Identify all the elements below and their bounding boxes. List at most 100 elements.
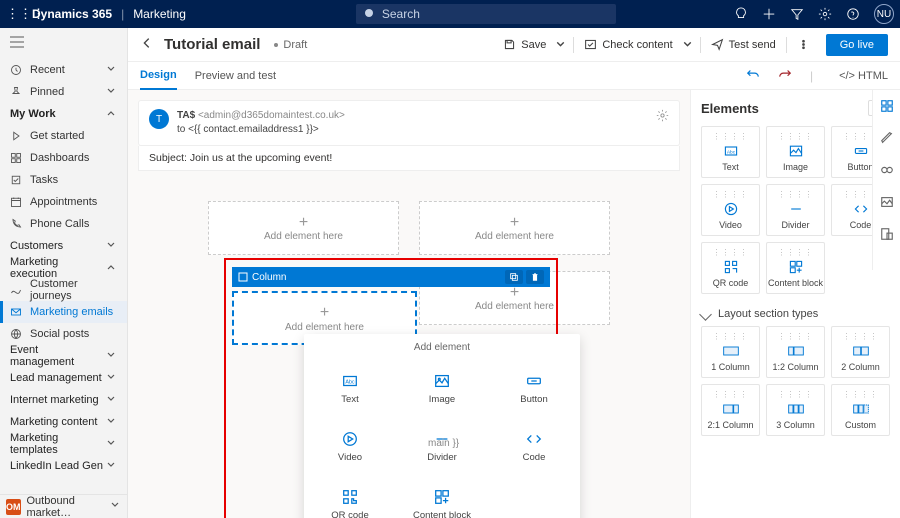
topbar-actions: NU: [734, 4, 894, 24]
nav-group-li-leadgen[interactable]: LinkedIn Lead Gen: [0, 455, 127, 477]
element-qr[interactable]: ⋮⋮⋮⋮QR code: [701, 242, 760, 294]
nav-marketing-emails[interactable]: Marketing emails: [0, 301, 127, 323]
save-button[interactable]: Save: [497, 34, 552, 55]
separator: |: [121, 7, 124, 21]
page-title: Tutorial email: [164, 36, 260, 53]
nav-group-event-mgmt[interactable]: Event management: [0, 345, 127, 367]
element-image[interactable]: ⋮⋮⋮⋮Image: [766, 126, 825, 178]
search-icon: [364, 8, 376, 20]
command-bar: Tutorial email Draft Save Check content …: [128, 28, 900, 62]
sidetab-image[interactable]: [877, 192, 897, 212]
layout-slot[interactable]: +Add element here: [208, 201, 399, 255]
layout-1col[interactable]: ⋮⋮⋮⋮1 Column: [701, 326, 760, 378]
layout-section-title[interactable]: Layout section types: [701, 308, 890, 320]
nav-social-posts[interactable]: Social posts: [0, 323, 127, 345]
popup-code[interactable]: Code: [488, 417, 580, 475]
nav-tasks[interactable]: Tasks: [0, 169, 127, 191]
selection-header: Column: [232, 267, 550, 287]
more-commands[interactable]: [791, 34, 816, 55]
om-badge: OM: [6, 499, 21, 515]
nav-recent[interactable]: Recent: [0, 59, 127, 81]
module-label: Marketing: [133, 7, 186, 21]
email-subject[interactable]: Subject: Join us at the upcoming event!: [138, 146, 680, 171]
go-live-button[interactable]: Go live: [826, 34, 888, 56]
nav-customer-journeys[interactable]: Customer journeys: [0, 279, 127, 301]
popup-title: Add element: [304, 342, 580, 353]
status-badge: Draft: [274, 39, 307, 51]
filter-icon[interactable]: [790, 7, 804, 21]
sender-avatar: T: [149, 109, 169, 129]
sidetab-styles[interactable]: [877, 128, 897, 148]
tab-design[interactable]: Design: [140, 62, 177, 90]
sidetab-link[interactable]: [877, 160, 897, 180]
layout-12col[interactable]: ⋮⋮⋮⋮1:2 Column: [766, 326, 825, 378]
left-navigation: Recent Pinned My Work Get started Dashbo…: [0, 28, 128, 518]
brand-label: Dynamics 365: [32, 7, 112, 21]
test-send-button[interactable]: Test send: [705, 34, 782, 55]
lightbulb-icon[interactable]: [734, 7, 748, 21]
svg-text:Abc: Abc: [726, 149, 735, 155]
email-meta: TA$ <admin@d365domaintest.co.uk> to <{{ …: [177, 109, 345, 137]
check-dropdown[interactable]: [679, 34, 696, 55]
svg-text:Abc: Abc: [345, 379, 355, 385]
footer-snippet: main }}: [428, 438, 459, 449]
save-dropdown[interactable]: [552, 34, 569, 55]
layout-3col[interactable]: ⋮⋮⋮⋮3 Column: [766, 384, 825, 436]
delete-button[interactable]: [526, 270, 544, 284]
plus-icon[interactable]: [762, 7, 776, 21]
global-search[interactable]: Search: [356, 4, 616, 24]
nav-group-lead-mgmt[interactable]: Lead management: [0, 367, 127, 389]
help-icon[interactable]: [846, 7, 860, 21]
nav-group-customers[interactable]: Customers: [0, 235, 127, 257]
elements-panel: Elements⋯ ⋮⋮⋮⋮AbcText ⋮⋮⋮⋮Image ⋮⋮⋮⋮Butt…: [690, 90, 900, 518]
layout-2col[interactable]: ⋮⋮⋮⋮2 Column: [831, 326, 890, 378]
nav-phonecalls[interactable]: Phone Calls: [0, 213, 127, 235]
clone-button[interactable]: [505, 270, 523, 284]
app-launcher-icon[interactable]: ⋮⋮⋮: [6, 6, 28, 22]
layout-21col[interactable]: ⋮⋮⋮⋮2:1 Column: [701, 384, 760, 436]
html-view-toggle[interactable]: </> HTML: [839, 70, 888, 82]
email-canvas: T TA$ <admin@d365domaintest.co.uk> to <{…: [128, 90, 690, 518]
element-content-block[interactable]: ⋮⋮⋮⋮Content block: [766, 242, 825, 294]
main-area: Tutorial email Draft Save Check content …: [128, 28, 900, 518]
popup-image[interactable]: Image: [396, 359, 488, 417]
popup-button[interactable]: Button: [488, 359, 580, 417]
popup-video[interactable]: Video: [304, 417, 396, 475]
popup-qr[interactable]: QR code: [304, 475, 396, 518]
header-settings-icon[interactable]: [656, 109, 669, 125]
redo-button[interactable]: [778, 67, 792, 84]
popup-content-block[interactable]: Content block: [396, 475, 488, 518]
popup-text[interactable]: AbcText: [304, 359, 396, 417]
editor-workspace: T TA$ <admin@d365domaintest.co.uk> to <{…: [128, 90, 900, 518]
email-header: T TA$ <admin@d365domaintest.co.uk> to <{…: [138, 100, 680, 146]
editor-tabs: Design Preview and test | </> HTML: [128, 62, 900, 90]
nav-pinned[interactable]: Pinned: [0, 81, 127, 103]
search-placeholder: Search: [382, 7, 420, 21]
column-icon: [238, 272, 248, 282]
hamburger-icon[interactable]: [0, 28, 127, 59]
nav-area-switcher[interactable]: OM Outbound market…: [0, 494, 127, 518]
layout-slot[interactable]: +Add element here: [419, 201, 610, 255]
tab-preview[interactable]: Preview and test: [195, 62, 276, 90]
nav-get-started[interactable]: Get started: [0, 125, 127, 147]
layout-custom[interactable]: ⋮⋮⋮⋮Custom: [831, 384, 890, 436]
nav-group-marketing-exec[interactable]: Marketing execution: [0, 257, 127, 279]
user-avatar[interactable]: NU: [874, 4, 894, 24]
element-divider[interactable]: ⋮⋮⋮⋮Divider: [766, 184, 825, 236]
back-button[interactable]: [140, 36, 154, 53]
gear-icon[interactable]: [818, 7, 832, 21]
sidetab-responsive[interactable]: [877, 224, 897, 244]
nav-group-mkt-content[interactable]: Marketing content: [0, 411, 127, 433]
undo-button[interactable]: [746, 67, 760, 84]
element-text[interactable]: ⋮⋮⋮⋮AbcText: [701, 126, 760, 178]
nav-dashboards[interactable]: Dashboards: [0, 147, 127, 169]
nav-group-internet-mkt[interactable]: Internet marketing: [0, 389, 127, 411]
side-tab-rail: [872, 90, 900, 270]
nav-group-mywork[interactable]: My Work: [0, 103, 127, 125]
element-video[interactable]: ⋮⋮⋮⋮Video: [701, 184, 760, 236]
elements-title: Elements⋯: [701, 100, 890, 116]
nav-appointments[interactable]: Appointments: [0, 191, 127, 213]
sidetab-elements[interactable]: [877, 96, 897, 116]
check-content-button[interactable]: Check content: [578, 34, 678, 55]
nav-group-mkt-templates[interactable]: Marketing templates: [0, 433, 127, 455]
